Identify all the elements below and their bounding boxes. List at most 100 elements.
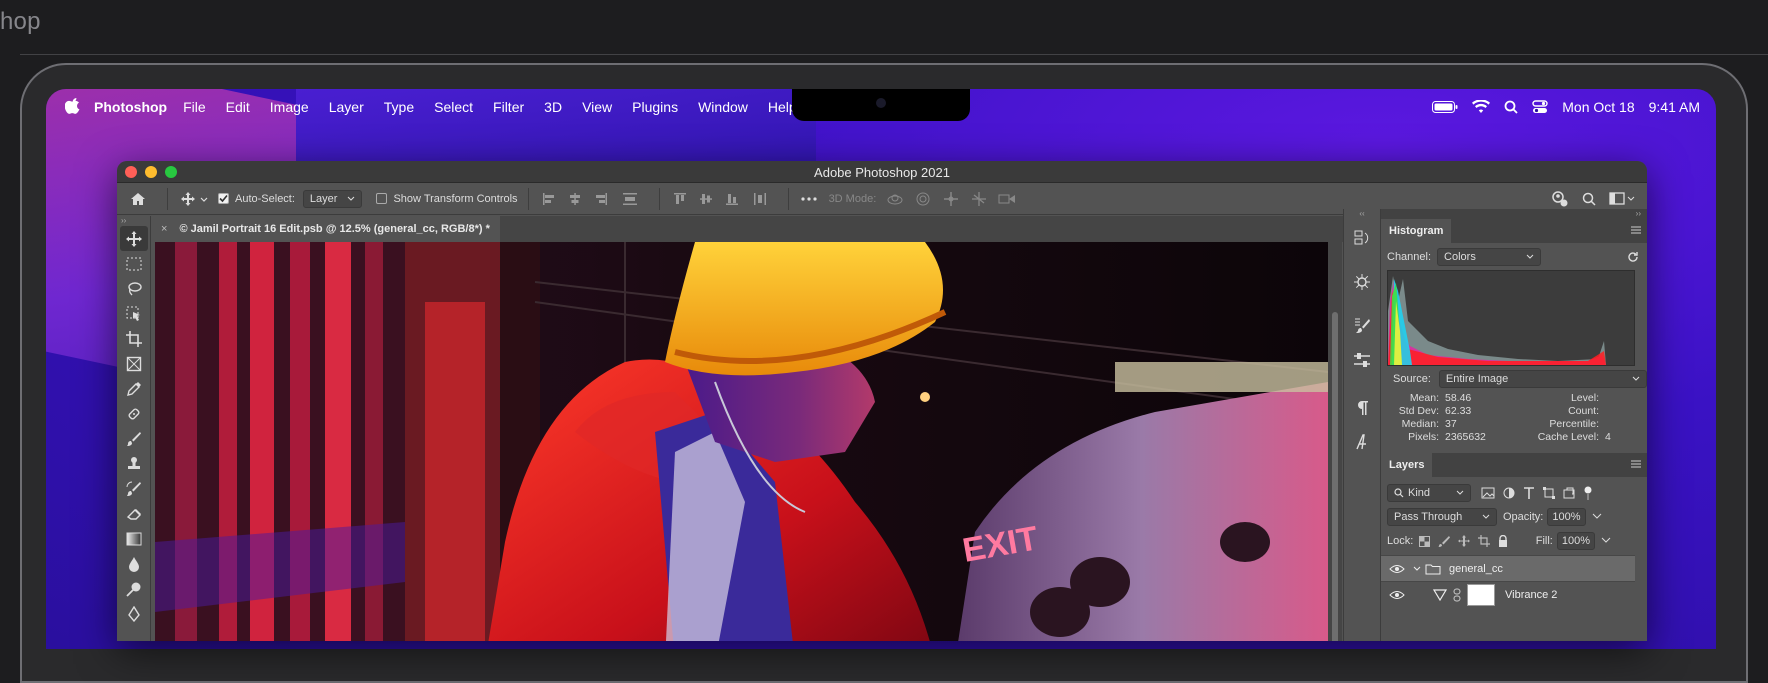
paragraph-panel-icon[interactable] [1347, 393, 1377, 423]
type-layer-filter-icon[interactable] [1523, 487, 1535, 499]
healing-brush-tool-icon[interactable] [120, 401, 148, 426]
menu-time[interactable]: 9:41 AM [1649, 99, 1700, 115]
distribute-vertical-icon[interactable] [617, 187, 643, 211]
menu-file[interactable]: File [173, 99, 216, 115]
auto-select-checkbox[interactable] [218, 193, 229, 204]
document-canvas[interactable]: EXIT [155, 242, 1328, 641]
link-icon[interactable] [1453, 588, 1461, 602]
align-middle-icon[interactable] [696, 187, 716, 211]
wifi-icon[interactable] [1472, 100, 1491, 114]
layer-name[interactable]: Vibrance 2 [1505, 589, 1557, 601]
filter-toggle-icon[interactable] [1583, 486, 1593, 500]
clone-stamp-tool-icon[interactable] [120, 451, 148, 476]
battery-icon[interactable] [1432, 101, 1458, 113]
menu-image[interactable]: Image [260, 99, 319, 115]
move-tool-icon[interactable] [120, 226, 148, 251]
lock-position-icon[interactable] [1458, 535, 1471, 547]
adjustment-layer-filter-icon[interactable] [1503, 487, 1515, 499]
object-select-tool-icon[interactable] [120, 301, 148, 326]
opacity-input[interactable]: 100% [1547, 508, 1586, 526]
smart-object-filter-icon[interactable] [1563, 487, 1575, 499]
transform-controls-checkbox[interactable] [376, 193, 388, 204]
align-center-icon[interactable] [565, 187, 585, 211]
menu-view[interactable]: View [572, 99, 622, 115]
menu-type[interactable]: Type [374, 99, 424, 115]
3d-orbit-icon[interactable] [884, 187, 906, 211]
panel-menu-icon[interactable] [1631, 460, 1641, 468]
control-center-icon[interactable] [1532, 100, 1548, 114]
align-top-icon[interactable] [670, 187, 690, 211]
menu-window[interactable]: Window [688, 99, 758, 115]
group-expand-chevron-icon[interactable] [1413, 566, 1421, 572]
3d-scale-icon[interactable] [996, 187, 1018, 211]
align-left-icon[interactable] [539, 187, 559, 211]
visibility-eye-icon[interactable] [1389, 590, 1405, 600]
kind-filter-dropdown[interactable]: Kind [1387, 484, 1471, 502]
menu-plugins[interactable]: Plugins [622, 99, 688, 115]
history-brush-tool-icon[interactable] [120, 476, 148, 501]
scrollbar-thumb[interactable] [1332, 312, 1338, 641]
menu-edit[interactable]: Edit [216, 99, 260, 115]
search-icon[interactable] [1577, 187, 1601, 211]
dodge-tool-icon[interactable] [120, 576, 148, 601]
3d-slide-icon[interactable] [968, 187, 990, 211]
layer-name[interactable]: general_cc [1449, 563, 1503, 575]
histogram-tab[interactable]: Histogram [1381, 219, 1452, 243]
menu-layer[interactable]: Layer [319, 99, 374, 115]
properties-panel-icon[interactable] [1347, 345, 1377, 375]
move-tool-preset-icon[interactable] [178, 187, 212, 211]
lock-transparent-icon[interactable] [1419, 535, 1431, 547]
align-right-icon[interactable] [591, 187, 611, 211]
channel-dropdown[interactable]: Colors [1437, 248, 1542, 266]
collapse-icon[interactable]: ›› [117, 216, 150, 226]
layer-row[interactable]: Vibrance 2 [1381, 581, 1635, 607]
lock-pixels-icon[interactable] [1438, 535, 1451, 547]
app-menu[interactable]: Photoshop [94, 99, 167, 115]
refresh-icon[interactable] [1627, 251, 1639, 263]
layers-tab[interactable]: Layers [1381, 453, 1433, 477]
chevron-down-icon[interactable] [1592, 513, 1602, 521]
panel-menu-icon[interactable] [1631, 226, 1641, 234]
blend-mode-dropdown[interactable]: Pass Through [1387, 508, 1497, 526]
search-icon[interactable] [1504, 100, 1518, 114]
workspace-icon[interactable] [1607, 187, 1637, 211]
3d-roll-icon[interactable] [912, 187, 934, 211]
apple-menu-icon[interactable] [64, 97, 82, 117]
lock-all-icon[interactable] [1498, 535, 1508, 547]
visibility-eye-icon[interactable] [1389, 564, 1405, 574]
lock-artboard-icon[interactable] [1478, 535, 1491, 547]
share-user-icon[interactable] [1547, 187, 1571, 211]
fill-input[interactable]: 100% [1556, 532, 1595, 550]
eyedropper-tool-icon[interactable] [120, 376, 148, 401]
menu-date[interactable]: Mon Oct 18 [1562, 99, 1634, 115]
shape-layer-filter-icon[interactable] [1543, 487, 1555, 499]
crop-tool-icon[interactable] [120, 326, 148, 351]
collapse-icon[interactable]: ‹‹ [1344, 209, 1380, 219]
glyphs-panel-icon[interactable] [1347, 427, 1377, 457]
menu-3d[interactable]: 3D [534, 99, 572, 115]
lasso-tool-icon[interactable] [120, 276, 148, 301]
pen-tool-icon[interactable] [120, 601, 148, 626]
document-tab[interactable]: × © Jamil Portrait 16 Edit.psb @ 12.5% (… [151, 216, 500, 242]
more-options-icon[interactable] [799, 187, 819, 211]
brush-tool-icon[interactable] [120, 426, 148, 451]
marquee-tool-icon[interactable] [120, 251, 148, 276]
source-dropdown[interactable]: Entire Image [1438, 370, 1647, 388]
chevron-down-icon[interactable] [1601, 537, 1611, 545]
collapse-icon[interactable]: ›› [1381, 209, 1647, 219]
layer-row[interactable]: general_cc [1381, 555, 1635, 581]
adjustments-panel-icon[interactable] [1347, 267, 1377, 297]
eraser-tool-icon[interactable] [120, 501, 148, 526]
history-panel-icon[interactable] [1347, 223, 1377, 253]
align-bottom-icon[interactable] [722, 187, 742, 211]
frame-tool-icon[interactable] [120, 351, 148, 376]
home-icon[interactable] [125, 187, 151, 211]
menu-select[interactable]: Select [424, 99, 483, 115]
gradient-tool-icon[interactable] [120, 526, 148, 551]
menu-filter[interactable]: Filter [483, 99, 534, 115]
close-tab-icon[interactable]: × [161, 223, 167, 235]
3d-pan-icon[interactable] [940, 187, 962, 211]
blur-tool-icon[interactable] [120, 551, 148, 576]
pixel-layer-filter-icon[interactable] [1481, 487, 1495, 499]
layer-mask-thumbnail[interactable] [1467, 583, 1495, 606]
